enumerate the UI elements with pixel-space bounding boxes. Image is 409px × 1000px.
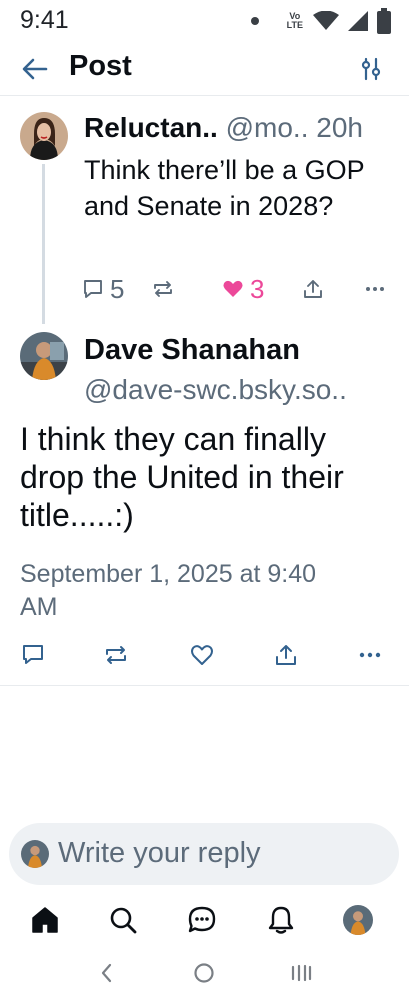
reply-button[interactable]: 5	[82, 272, 124, 306]
share-icon[interactable]	[274, 643, 298, 667]
wifi-icon	[313, 11, 339, 30]
signal-icon	[348, 11, 368, 31]
back-chevron-icon	[101, 963, 112, 983]
post-time: 20h	[316, 112, 363, 143]
reply-icon[interactable]	[21, 643, 45, 667]
heart-filled-icon	[223, 280, 243, 297]
system-back-button[interactable]	[92, 960, 122, 986]
more-icon	[366, 287, 384, 291]
header: Post	[0, 44, 409, 96]
repost-icon[interactable]	[104, 643, 128, 667]
recents-icon	[291, 964, 312, 982]
status-bar: 9:41 Vo LTE	[0, 0, 409, 40]
post-actions: 5 3	[82, 272, 392, 306]
author-name[interactable]: Dave Shanahan	[84, 334, 300, 367]
nav-notifications[interactable]	[263, 902, 299, 938]
share-icon	[304, 280, 322, 298]
page-title: Post	[69, 50, 132, 82]
dot-icon	[250, 17, 259, 25]
home-icon	[32, 907, 58, 933]
author-name[interactable]: Reluctan..	[84, 112, 218, 143]
nav-profile[interactable]	[340, 902, 376, 938]
like-count: 3	[250, 273, 265, 304]
heart-icon[interactable]	[190, 643, 214, 667]
share-button[interactable]	[302, 272, 324, 306]
home-circle-icon	[194, 963, 214, 983]
more-icon[interactable]	[358, 643, 382, 667]
repost-button[interactable]	[152, 272, 174, 306]
post-text: I think they can finally drop the United…	[20, 421, 344, 533]
volte-icon: Vo LTE	[286, 11, 303, 30]
reply-icon	[84, 280, 102, 298]
avatar[interactable]	[20, 112, 68, 160]
status-time: 9:41	[20, 6, 69, 34]
status-icons: Vo LTE	[250, 8, 391, 34]
nav-home[interactable]	[27, 902, 63, 938]
reply-count: 5	[110, 273, 125, 304]
author-handle[interactable]: @mo..	[226, 112, 309, 143]
repost-icon	[154, 281, 172, 297]
post-header: Reluctan.. @mo.. 20h	[84, 112, 363, 144]
post-date: September 1, 2025 at 9:40 AM	[20, 560, 317, 621]
system-recents-button[interactable]	[286, 960, 316, 986]
battery-icon	[377, 8, 391, 34]
post-actions	[20, 640, 390, 670]
nav-search[interactable]	[105, 902, 141, 938]
reply-input[interactable]: Write your reply	[9, 823, 399, 885]
chat-icon	[188, 906, 216, 933]
author-handle[interactable]: @dave-swc.bsky.so..	[84, 374, 347, 406]
parent-post[interactable]: Reluctan.. @mo.. 20h Think there’ll be a…	[0, 100, 409, 322]
avatar[interactable]	[20, 332, 68, 380]
bell-icon	[268, 906, 294, 934]
like-button[interactable]: 3	[222, 272, 264, 306]
profile-avatar	[343, 905, 373, 935]
avatar	[21, 840, 49, 868]
system-nav	[0, 950, 409, 1000]
search-icon	[110, 907, 137, 934]
thread-line	[42, 164, 45, 324]
focused-post: Dave Shanahan @dave-swc.bsky.so.. I thin…	[0, 322, 409, 686]
bottom-nav	[0, 894, 409, 948]
nav-chat[interactable]	[184, 902, 220, 938]
system-home-button[interactable]	[189, 960, 219, 986]
arrow-left-icon[interactable]	[20, 56, 50, 82]
sliders-icon[interactable]	[359, 56, 383, 82]
reply-placeholder: Write your reply	[58, 837, 261, 869]
more-button[interactable]	[364, 272, 386, 306]
post-text: Think there’ll be a GOP and Senate in 20…	[84, 155, 365, 221]
